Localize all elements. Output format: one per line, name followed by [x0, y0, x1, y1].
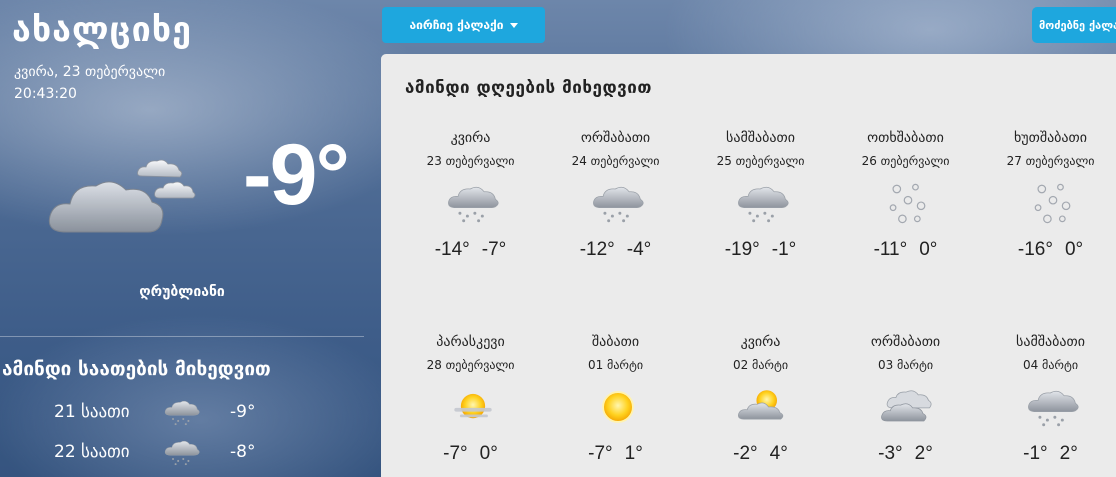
search-city-label: მოძებნე ქალაქი [1039, 18, 1116, 32]
cloudy-icon [48, 159, 196, 233]
day-card[interactable]: სამშაბათი 04 მარტი -1° 2° [978, 334, 1116, 477]
day-date: 28 თებერვალი [426, 358, 515, 372]
day-name: ორშაბათი [870, 334, 941, 350]
daily-forecast-title: ამინდი დღეების მიხედვით [405, 78, 652, 98]
day-card[interactable]: პარასკევი 28 თებერვალი -7° 0° [398, 334, 543, 477]
hour-label: 21 საათი [54, 402, 130, 422]
day-card[interactable]: სამშაბათი 25 თებერვალი -19° -1° [688, 130, 833, 290]
current-condition: ღრუბლიანი [139, 284, 225, 300]
min-temp: -7° [588, 443, 613, 464]
min-temp: -11° [873, 239, 908, 260]
partly-cloudy-icon [735, 382, 791, 432]
hour-label: 22 საათი [54, 442, 130, 462]
max-temp: 4° [769, 443, 788, 464]
overcast-icon [880, 382, 936, 432]
current-time: 20:43:20 [14, 86, 77, 102]
max-temp: 0° [919, 239, 938, 260]
min-temp: -7° [443, 443, 468, 464]
max-temp: 0° [479, 443, 498, 464]
day-date: 04 მარტი [1022, 358, 1079, 372]
hourly-row: 21 საათი -9° [0, 396, 364, 430]
day-name: ხუთშაბათი [1013, 130, 1087, 146]
snowflakes-icon [880, 178, 936, 228]
snow-cloud-icon [590, 178, 646, 228]
choose-city-dropdown[interactable]: აირჩიე ქალაქი [382, 7, 545, 43]
city-name: ახალციხე [12, 10, 192, 50]
day-temps: -14° -7° [398, 239, 543, 261]
min-temp: -19° [724, 239, 760, 260]
min-temp: -1° [1023, 443, 1048, 464]
choose-city-label: აირჩიე ქალაქი [409, 18, 504, 32]
day-temps: -12° -4° [543, 239, 688, 261]
day-date: 26 თებერვალი [861, 154, 950, 168]
max-temp: 0° [1064, 239, 1084, 260]
day-temps: -16° 0° [978, 239, 1116, 261]
day-date: 02 მარტი [732, 358, 789, 372]
day-date: 25 თებერვალი [716, 154, 805, 168]
day-name: კვირა [740, 334, 781, 350]
day-card[interactable]: კვირა 02 მარტი -2° 4° [688, 334, 833, 477]
max-temp: -7° [481, 239, 507, 260]
hourly-row: 22 საათი -8° [0, 436, 364, 470]
snow-cloud-icon [735, 178, 791, 228]
max-temp: -4° [626, 239, 652, 260]
day-date: 03 მარტი [877, 358, 934, 372]
day-date: 27 თებერვალი [1006, 154, 1095, 168]
hour-temperature: -9° [230, 402, 256, 422]
day-name: კვირა [450, 130, 491, 146]
day-date: 24 თებერვალი [571, 154, 660, 168]
snow-cloud-icon [160, 396, 204, 428]
day-temps: -3° 2° [833, 443, 978, 465]
day-date: 23 თებერვალი [426, 154, 515, 168]
search-city-button[interactable]: მოძებნე ქალაქი [1032, 7, 1116, 43]
day-card[interactable]: კვირა 23 თებერვალი -14° -7° [398, 130, 543, 290]
snow-cloud-icon [445, 178, 501, 228]
day-temps: -11° 0° [833, 239, 978, 261]
day-name: შაბათი [591, 334, 640, 350]
max-temp: 1° [624, 443, 643, 464]
day-card[interactable]: ორშაბათი 24 თებერვალი -12° -4° [543, 130, 688, 290]
hourly-forecast-title: ამინდი საათების მიხედვით [2, 358, 271, 380]
day-name: სამშაბათი [726, 130, 795, 146]
day-temps: -1° 2° [978, 443, 1116, 465]
day-name: ოთხშაბათი [867, 130, 944, 146]
day-name: პარასკევი [436, 334, 505, 350]
hour-temperature: -8° [230, 442, 256, 462]
min-temp: -16° [1017, 239, 1053, 260]
day-name: ორშაბათი [580, 130, 651, 146]
day-temps: -7° 1° [543, 443, 688, 465]
current-temperature: -9° [243, 127, 350, 223]
day-date: 01 მარტი [587, 358, 644, 372]
snow-cloud-icon [1025, 382, 1081, 432]
day-card[interactable]: ხუთშაბათი 27 თებერვალი -16° 0° [978, 130, 1116, 290]
caret-down-icon [509, 22, 518, 28]
current-weather-panel: ახალციხე კვირა, 23 თებერვალი 20:43:20 -9… [0, 0, 380, 477]
day-card[interactable]: ორშაბათი 03 მარტი -3° 2° [833, 334, 978, 477]
day-temps: -7° 0° [398, 443, 543, 465]
day-card[interactable]: შაბათი 01 მარტი -7° 1° [543, 334, 688, 477]
snow-cloud-icon [160, 436, 204, 468]
sun-haze-icon [445, 382, 501, 432]
min-temp: -3° [878, 443, 903, 464]
current-date: კვირა, 23 თებერვალი [14, 64, 166, 80]
max-temp: 2° [914, 443, 933, 464]
min-temp: -2° [733, 443, 758, 464]
day-temps: -2° 4° [688, 443, 833, 465]
max-temp: 2° [1059, 443, 1078, 464]
max-temp: -1° [771, 239, 797, 260]
min-temp: -12° [579, 239, 615, 260]
snowflakes-icon [1025, 178, 1081, 228]
day-name: სამშაბათი [1016, 334, 1085, 350]
day-card[interactable]: ოთხშაბათი 26 თებერვალი -11° 0° [833, 130, 978, 290]
divider [0, 336, 364, 337]
min-temp: -14° [434, 239, 470, 260]
sun-icon [590, 382, 646, 432]
daily-forecast-panel: ამინდი დღეების მიხედვით კვირა 23 თებერვა… [381, 54, 1116, 477]
day-temps: -19° -1° [688, 239, 833, 261]
